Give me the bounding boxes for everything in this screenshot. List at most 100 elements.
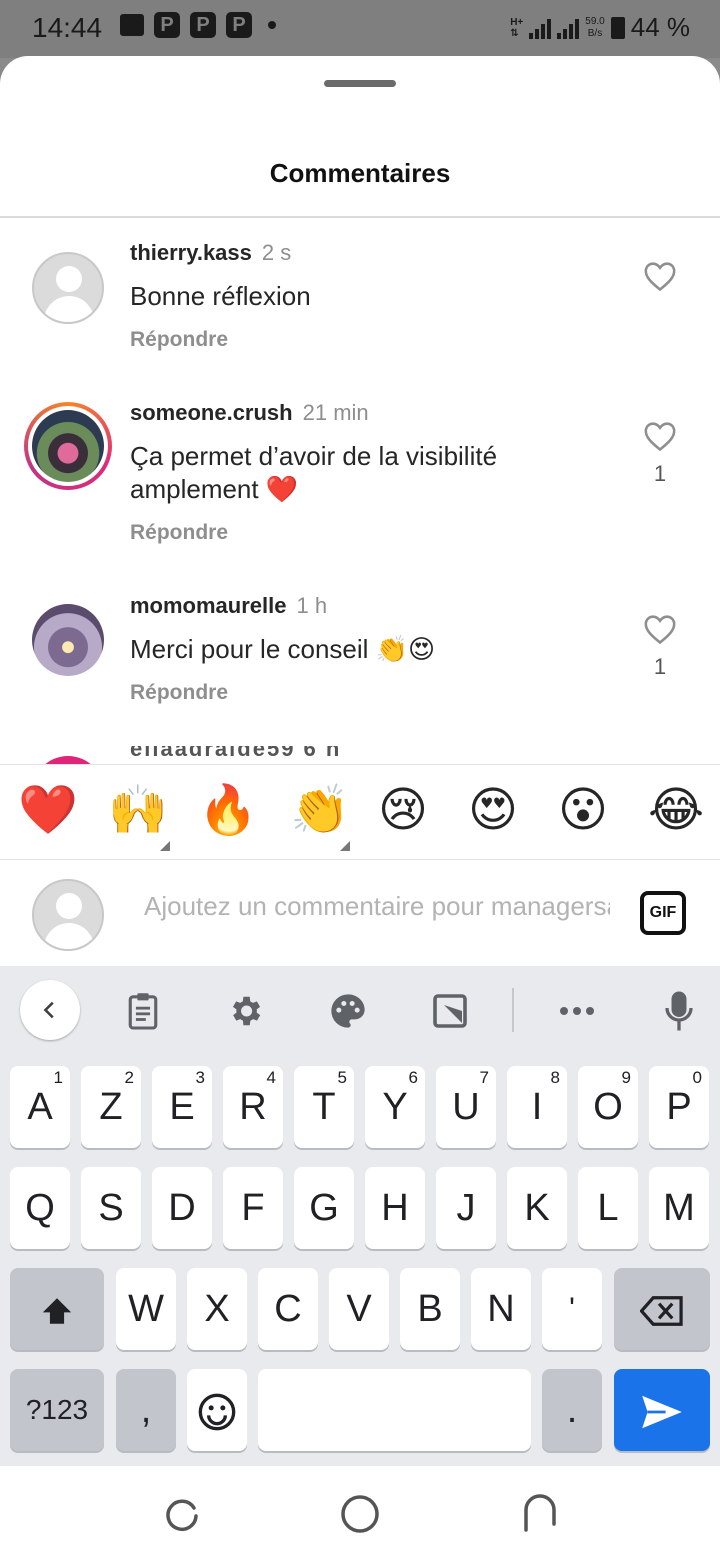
network-type: H+ ⇅ — [510, 16, 524, 39]
emoji-key[interactable] — [187, 1369, 247, 1451]
avatar[interactable] — [32, 252, 104, 324]
key-a[interactable]: A1 — [10, 1066, 70, 1148]
keyboard: A1 Z2 E3 R4 T5 Y6 U7 I8 O9 P0 Q S D F G … — [0, 966, 720, 1466]
backspace-icon — [639, 1296, 683, 1326]
shift-key[interactable] — [10, 1268, 104, 1350]
more-icon[interactable] — [552, 986, 602, 1036]
signal-icon — [529, 17, 552, 39]
comment-username[interactable]: thierry.kass 2 s — [130, 240, 291, 266]
back-icon[interactable] — [20, 980, 80, 1040]
key-i[interactable]: I8 — [507, 1066, 567, 1148]
key-r[interactable]: R4 — [223, 1066, 283, 1148]
palette-icon[interactable] — [323, 986, 373, 1036]
battery-level: 44 % — [630, 12, 690, 42]
like-count: 1 — [653, 654, 667, 679]
key-t[interactable]: T5 — [294, 1066, 354, 1148]
shift-icon — [42, 1298, 72, 1324]
key-k[interactable]: K — [507, 1167, 567, 1249]
key-b[interactable]: B — [400, 1268, 460, 1350]
key-e[interactable]: E3 — [152, 1066, 212, 1148]
status-time: 14:44 — [32, 12, 103, 43]
heart-icon[interactable] — [643, 260, 677, 292]
reply-button[interactable]: Répondre — [130, 521, 228, 545]
comment-username-partial: ellaadraide59 6 h — [130, 746, 342, 760]
back-nav-icon[interactable] — [518, 1492, 562, 1536]
comma-key[interactable]: , — [116, 1369, 176, 1451]
settings-icon[interactable] — [220, 986, 270, 1036]
home-icon[interactable] — [338, 1492, 382, 1536]
recent-apps-icon[interactable] — [158, 1492, 202, 1536]
comment-time: 2 s — [261, 240, 292, 265]
key-m[interactable]: M — [649, 1167, 709, 1249]
skin-tone-indicator — [340, 841, 350, 851]
gif-button[interactable]: GIF — [640, 891, 686, 935]
keyboard-toolbar — [0, 966, 720, 1056]
net-speed: 59.0 B/s — [585, 15, 605, 39]
more-notifications-dot — [268, 21, 276, 29]
emoji-joy-button[interactable]: 😂 — [648, 783, 704, 839]
emoji-wow-button[interactable]: 😮 — [558, 783, 608, 839]
comment-text: Bonne réflexion — [130, 281, 311, 311]
comments-sheet: Commentaires thierry.kass 2 s Bonne réfle… — [0, 56, 720, 966]
skin-tone-indicator — [160, 841, 170, 851]
heart-icon[interactable] — [643, 613, 677, 645]
system-nav-bar — [0, 1466, 720, 1560]
status-bar: 14:44 P P P H+ ⇅ 59.0 B/s 44 % — [0, 0, 720, 58]
space-key[interactable] — [258, 1369, 531, 1451]
emoji-fire-button[interactable]: 🔥 — [198, 783, 258, 839]
notification-icons: P P P — [120, 12, 276, 38]
send-key[interactable] — [614, 1369, 710, 1451]
divider — [0, 216, 720, 218]
reply-button[interactable]: Répondre — [130, 681, 228, 705]
comment-input[interactable] — [144, 891, 610, 922]
smiley-icon — [198, 1393, 236, 1431]
period-key[interactable]: . — [542, 1369, 602, 1451]
key-j[interactable]: J — [436, 1167, 496, 1249]
key-apostrophe[interactable]: ' — [542, 1268, 602, 1350]
key-l[interactable]: L — [578, 1167, 638, 1249]
emoji-clap-button[interactable]: 👏 — [290, 783, 350, 839]
key-z[interactable]: Z2 — [81, 1066, 141, 1148]
backspace-key[interactable] — [614, 1268, 710, 1350]
mic-icon[interactable] — [654, 986, 704, 1036]
comment-username[interactable]: someone.crush 21 min — [130, 400, 369, 426]
key-f[interactable]: F — [223, 1167, 283, 1249]
key-o[interactable]: O9 — [578, 1066, 638, 1148]
emoji-cry-button[interactable]: 😢 — [378, 783, 428, 839]
status-right: H+ ⇅ 59.0 B/s 44 % — [510, 12, 690, 43]
emoji-heart-button[interactable]: ❤️ — [18, 783, 78, 839]
emoji-raised-hands-button[interactable]: 🙌 — [108, 783, 168, 839]
key-v[interactable]: V — [329, 1268, 389, 1350]
comment-username[interactable]: momomaurelle 1 h — [130, 593, 327, 619]
comment-time: 21 min — [302, 400, 369, 425]
emoji-reaction-bar: ❤️ 🙌 🔥 👏 😢 😍 😮 😂 — [0, 764, 720, 860]
key-u[interactable]: U7 — [436, 1066, 496, 1148]
key-h[interactable]: H — [365, 1167, 425, 1249]
avatar[interactable] — [32, 604, 104, 676]
clipboard-icon[interactable] — [118, 986, 168, 1036]
comment-composer: GIF — [0, 861, 720, 966]
key-s[interactable]: S — [81, 1167, 141, 1249]
key-x[interactable]: X — [187, 1268, 247, 1350]
key-w[interactable]: W — [116, 1268, 176, 1350]
story-ring-avatar[interactable] — [24, 402, 112, 490]
sheet-title: Commentaires — [269, 158, 451, 188]
resize-icon[interactable] — [425, 986, 475, 1036]
emoji-heart-eyes-button[interactable]: 😍 — [468, 783, 518, 839]
drag-handle[interactable] — [324, 80, 396, 87]
symbols-key[interactable]: ?123 — [10, 1369, 104, 1451]
heart-icon[interactable] — [643, 420, 677, 452]
key-y[interactable]: Y6 — [365, 1066, 425, 1148]
p-app-icon: P — [190, 12, 216, 38]
key-q[interactable]: Q — [10, 1167, 70, 1249]
signal-icon-2 — [557, 17, 580, 39]
comment-time: 1 h — [296, 593, 328, 618]
key-d[interactable]: D — [152, 1167, 212, 1249]
key-p[interactable]: P0 — [649, 1066, 709, 1148]
reply-button[interactable]: Répondre — [130, 328, 228, 352]
key-n[interactable]: N — [471, 1268, 531, 1350]
key-c[interactable]: C — [258, 1268, 318, 1350]
own-avatar — [32, 879, 104, 951]
key-g[interactable]: G — [294, 1167, 354, 1249]
toolbar-divider — [512, 988, 514, 1032]
